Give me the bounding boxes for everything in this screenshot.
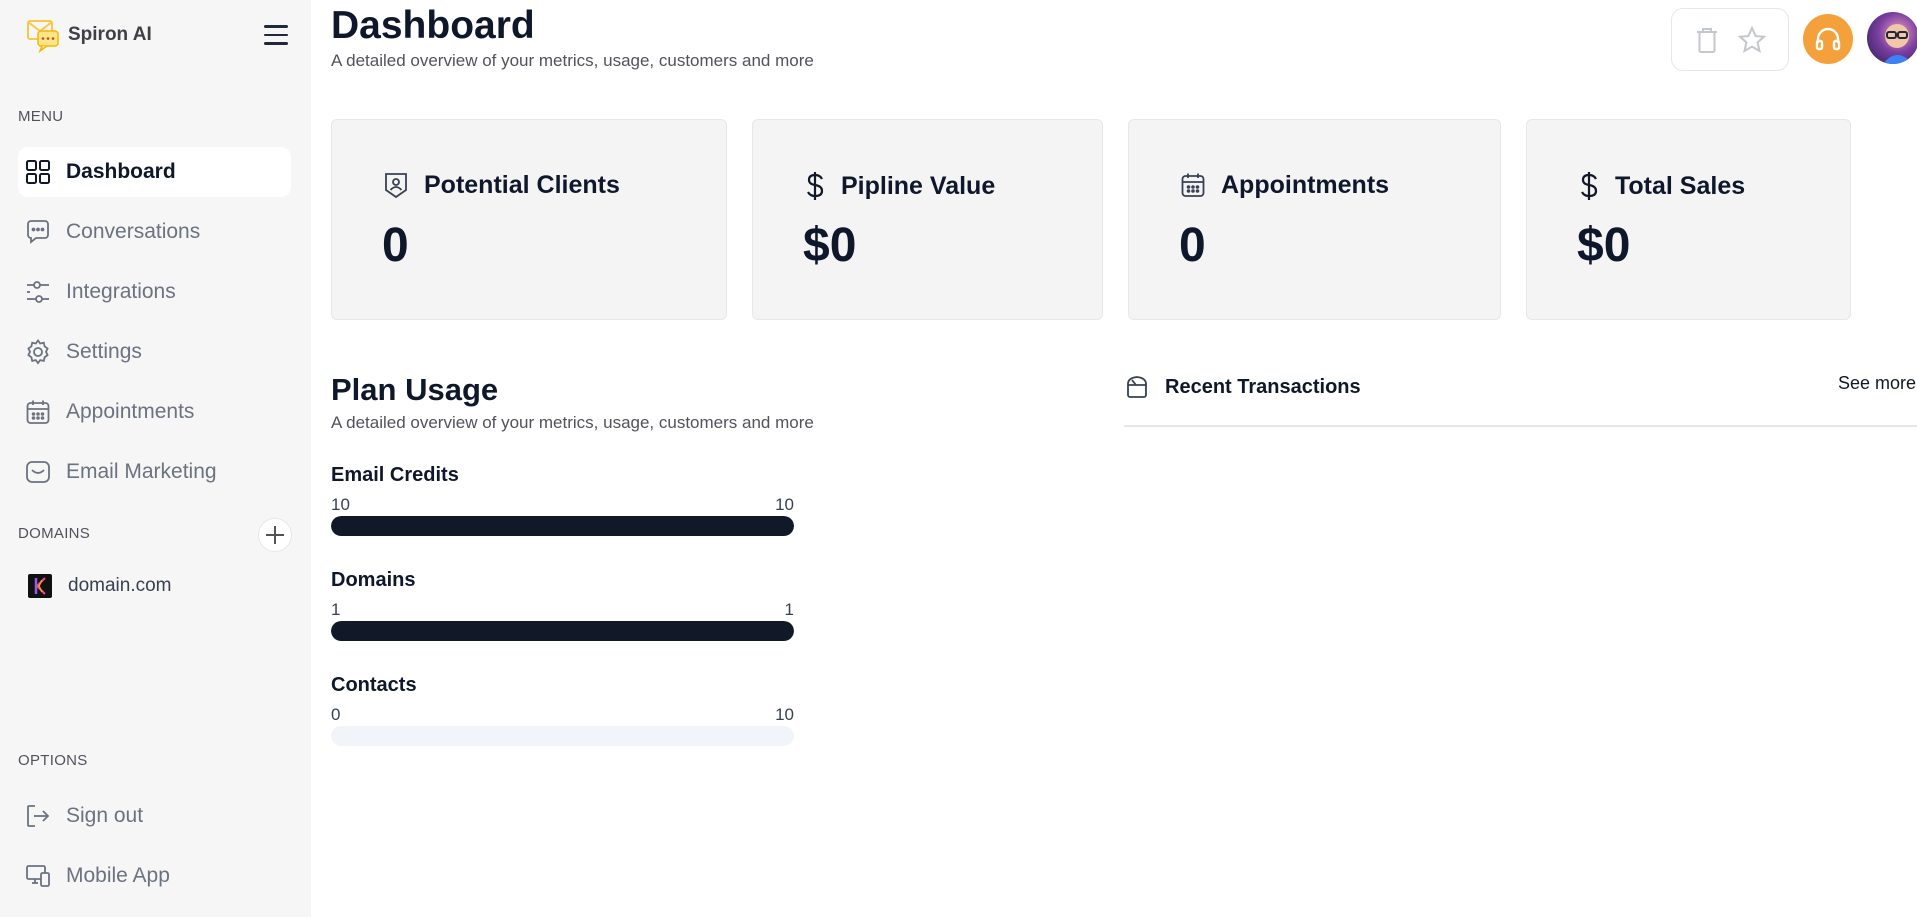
sidebar-item-label: Sign out — [66, 804, 144, 827]
domains-section-label: DOMAINS — [18, 525, 91, 542]
card-value: 0 — [1179, 219, 1206, 272]
plan-usage-subtitle: A detailed overview of your metrics, usa… — [331, 413, 814, 432]
usage-limit: 10 — [775, 495, 794, 514]
calendar-icon — [26, 400, 50, 424]
header-toolbar — [1671, 8, 1789, 71]
recent-transactions-header: Recent Transactions — [1125, 374, 1361, 400]
logo-chat-envelope-icon — [27, 20, 59, 53]
app-logo[interactable]: Spiron AI — [26, 17, 152, 53]
card-value: 0 — [382, 219, 409, 272]
mobile-app-link[interactable]: Mobile App — [18, 851, 291, 901]
card-title: Appointments — [1221, 170, 1390, 199]
sidebar-item-label: Integrations — [66, 280, 176, 303]
card-title: Pipline Value — [841, 171, 996, 200]
menu-section-label: MENU — [18, 108, 64, 125]
card-title: Total Sales — [1615, 171, 1746, 200]
person-badge-icon — [385, 173, 407, 199]
usage-used: 1 — [331, 600, 341, 619]
sidebar-item-appointments[interactable]: Appointments — [18, 387, 291, 437]
usage-progress-bar — [331, 726, 794, 746]
usage-progress-bar — [331, 621, 794, 641]
card-value: $0 — [803, 219, 857, 272]
sidebar-item-email-marketing[interactable]: Email Marketing — [18, 447, 291, 497]
options-section-label: OPTIONS — [18, 752, 88, 769]
sidebar-item-conversations[interactable]: Conversations — [18, 207, 291, 257]
pipline-value-card: Pipline Value $0 — [752, 119, 1103, 320]
mail-icon — [26, 461, 50, 483]
sliders-icon — [27, 281, 49, 303]
gear-icon — [27, 338, 49, 365]
divider — [1124, 425, 1917, 427]
usage-label: Domains — [331, 569, 416, 591]
user-avatar[interactable] — [1867, 12, 1917, 64]
total-sales-card: Total Sales $0 — [1526, 119, 1851, 320]
usage-progress-fill — [331, 621, 794, 641]
dollar-icon — [1581, 172, 1598, 200]
sidebar: Spiron AI MENU Dashboard Conversations I… — [0, 0, 311, 917]
page-title: Dashboard — [331, 4, 535, 47]
sign-out-button[interactable]: Sign out — [18, 791, 291, 841]
see-more-link[interactable]: See more — [1838, 373, 1916, 394]
sidebar-item-integrations[interactable]: Integrations — [18, 267, 291, 317]
sidebar-item-label: Settings — [66, 340, 142, 363]
usage-progress-bar — [331, 516, 794, 536]
usage-limit: 1 — [784, 600, 794, 619]
plus-icon — [266, 526, 284, 544]
sidebar-item-label: Dashboard — [66, 160, 176, 183]
page-subtitle: A detailed overview of your metrics, usa… — [331, 51, 814, 70]
recent-transactions-title: Recent Transactions — [1165, 375, 1361, 398]
sidebar-item-label: Email Marketing — [66, 460, 217, 483]
chat-bubble-icon — [27, 220, 49, 244]
support-button[interactable] — [1803, 14, 1853, 64]
sidebar-item-dashboard[interactable]: Dashboard — [18, 147, 291, 197]
usage-email-credits: Email Credits 10 10 — [331, 464, 794, 536]
card-title: Potential Clients — [424, 170, 620, 199]
domain-item[interactable]: domain.com — [28, 574, 172, 598]
trash-icon[interactable] — [1693, 25, 1721, 55]
calendar-icon — [1181, 173, 1205, 197]
add-domain-button[interactable] — [258, 518, 292, 552]
wallet-icon — [1127, 376, 1147, 398]
headphones-icon — [1815, 27, 1841, 51]
usage-domains: Domains 1 1 — [331, 569, 794, 641]
usage-used: 10 — [331, 495, 350, 514]
sign-out-icon — [27, 805, 50, 827]
usage-limit: 10 — [775, 705, 794, 724]
usage-label: Email Credits — [331, 464, 459, 486]
menu-toggle-icon[interactable] — [264, 25, 288, 45]
app-name: Spiron AI — [68, 24, 152, 45]
potential-clients-card: Potential Clients 0 — [331, 119, 727, 320]
sidebar-item-settings[interactable]: Settings — [18, 327, 291, 377]
sidebar-item-label: Mobile App — [66, 864, 170, 887]
domain-label: domain.com — [68, 575, 172, 596]
appointments-card: Appointments 0 — [1128, 119, 1501, 320]
dollar-icon — [807, 172, 824, 200]
sidebar-item-label: Appointments — [66, 400, 195, 423]
usage-progress-fill — [331, 516, 794, 536]
devices-icon — [26, 865, 50, 887]
card-value: $0 — [1577, 219, 1631, 272]
usage-contacts: Contacts 0 10 — [331, 674, 794, 746]
plan-usage-title: Plan Usage — [331, 372, 499, 407]
usage-label: Contacts — [331, 674, 417, 696]
domain-logo-icon — [28, 574, 52, 598]
sidebar-item-label: Conversations — [66, 220, 201, 243]
star-icon[interactable] — [1737, 25, 1767, 55]
usage-used: 0 — [331, 705, 341, 724]
dashboard-grid-icon — [26, 160, 50, 184]
